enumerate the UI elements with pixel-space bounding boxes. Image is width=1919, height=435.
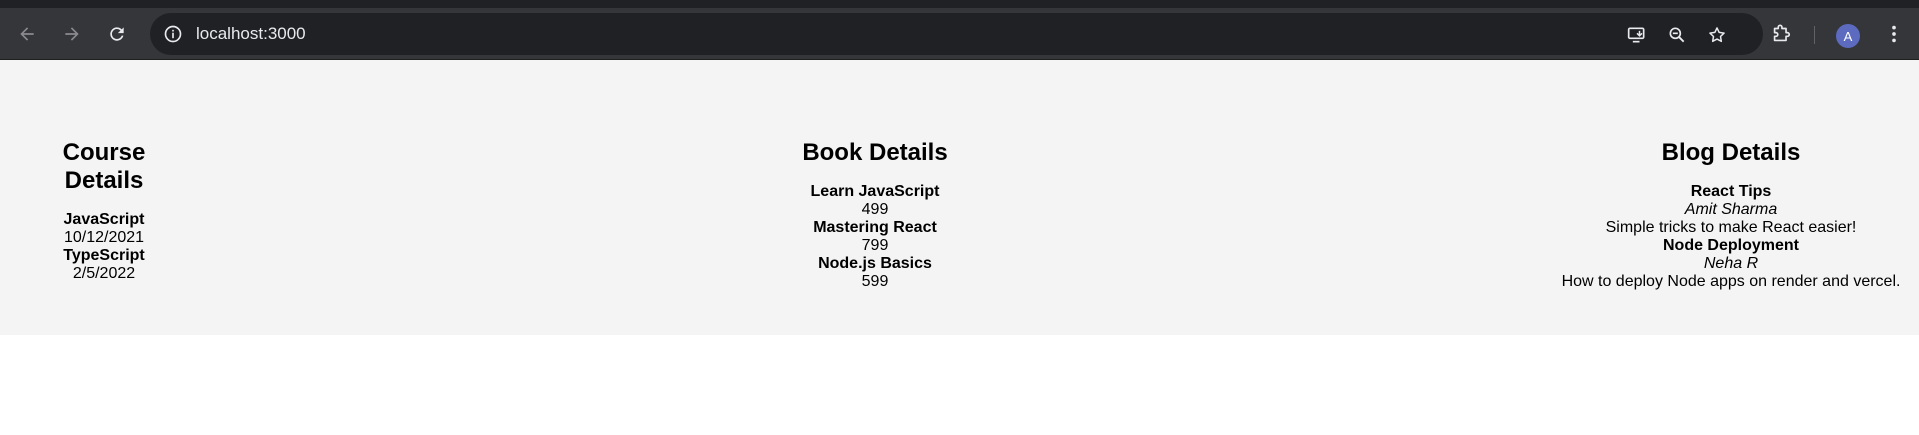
toolbar-divider <box>1814 26 1815 44</box>
tab-strip <box>0 0 1919 8</box>
blog-item: Node Deployment Neha R How to deploy Nod… <box>1556 237 1906 291</box>
browser-toolbar: localhost:3000 A <box>0 8 1919 60</box>
extensions-button[interactable] <box>1769 22 1793 46</box>
bookmark-button[interactable] <box>1705 23 1729 47</box>
course-name: TypeScript <box>63 247 145 264</box>
blog-details-section: Blog Details React Tips Amit Sharma Simp… <box>1556 139 1906 291</box>
profile-avatar[interactable]: A <box>1836 24 1860 48</box>
browser-frame: localhost:3000 A <box>0 0 1919 60</box>
book-details-section: Book Details Learn JavaScript 499 Master… <box>780 139 970 291</box>
browser-menu-button[interactable] <box>1882 22 1906 46</box>
blog-title: React Tips <box>1690 183 1772 200</box>
star-icon <box>1709 27 1725 43</box>
blog-details-heading: Blog Details <box>1661 139 1801 166</box>
reload-icon <box>110 27 124 41</box>
course-date: 2/5/2022 <box>72 265 136 282</box>
blog-author: Amit Sharma <box>1684 201 1778 218</box>
zoom-button[interactable] <box>1665 23 1689 47</box>
blog-description: How to deploy Node apps on render and ve… <box>1561 273 1901 290</box>
book-item: Mastering React 799 <box>780 219 970 255</box>
zoom-out-icon <box>1669 27 1685 43</box>
book-name: Mastering React <box>813 219 937 236</box>
arrow-left-icon <box>20 27 34 41</box>
book-price: 799 <box>861 237 889 254</box>
book-item: Node.js Basics 599 <box>780 255 970 291</box>
page-content: Course Details JavaScript 10/12/2021 Typ… <box>0 60 1919 335</box>
forward-button[interactable] <box>56 18 88 50</box>
more-vertical-icon <box>1892 25 1896 43</box>
back-button[interactable] <box>11 18 43 50</box>
book-name: Learn JavaScript <box>810 183 940 200</box>
course-details-section: Course Details JavaScript 10/12/2021 Typ… <box>20 139 188 283</box>
book-price: 599 <box>861 273 889 290</box>
blog-item: React Tips Amit Sharma Simple tricks to … <box>1556 183 1906 237</box>
blog-author: Neha R <box>1703 255 1759 272</box>
course-item: JavaScript 10/12/2021 <box>20 211 188 247</box>
info-icon <box>164 25 182 43</box>
book-price: 499 <box>861 201 889 218</box>
site-info-button[interactable] <box>162 23 184 45</box>
install-app-button[interactable] <box>1625 23 1649 47</box>
puzzle-icon <box>1773 24 1791 42</box>
blog-title: Node Deployment <box>1662 237 1799 254</box>
install-icon <box>1627 27 1645 43</box>
url-text: localhost:3000 <box>196 24 306 43</box>
book-item: Learn JavaScript 499 <box>780 183 970 219</box>
course-date: 10/12/2021 <box>63 229 145 246</box>
book-name: Node.js Basics <box>818 255 932 272</box>
course-name: JavaScript <box>63 211 145 228</box>
address-bar[interactable]: localhost:3000 <box>150 13 1763 55</box>
course-details-heading: Course Details <box>62 139 146 194</box>
arrow-right-icon <box>65 27 79 41</box>
blog-description: Simple tricks to make React easier! <box>1605 219 1857 236</box>
book-details-heading: Book Details <box>802 139 948 166</box>
course-item: TypeScript 2/5/2022 <box>20 247 188 283</box>
reload-button[interactable] <box>101 18 133 50</box>
